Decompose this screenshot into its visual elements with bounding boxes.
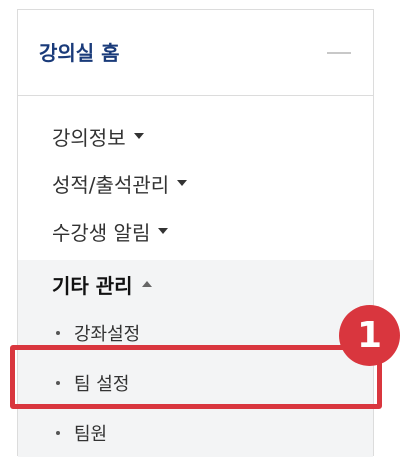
submenu-item-team-members[interactable]: 팀원 [18,413,373,453]
highlight-box [10,345,382,409]
menu-item-other-management[interactable]: 기타 관리 [18,260,373,308]
caret-down-icon [133,133,144,139]
menu-item-course-info[interactable]: 강의정보 [18,116,373,156]
menu-item-label: 강의정보 [52,125,126,150]
menu-item-student-notice[interactable]: 수강생 알림 [18,211,373,251]
menu-item-label: 성적/출석관리 [52,172,170,197]
collapse-icon[interactable] [327,52,351,54]
step-number-badge: 1 [339,305,400,366]
menu-item-label: 수강생 알림 [52,220,151,245]
bullet-icon [56,431,60,435]
panel-header: 강의실 홈 [18,10,373,96]
menu-item-label: 기타 관리 [52,273,133,298]
panel-title[interactable]: 강의실 홈 [39,41,120,65]
caret-down-icon [177,180,188,186]
submenu-item-label: 팀원 [74,424,108,445]
menu-item-grades-attendance[interactable]: 성적/출석관리 [18,163,373,203]
bullet-icon [56,331,60,335]
caret-down-icon [158,228,169,234]
caret-up-icon [141,281,152,287]
submenu-item-label: 강좌설정 [74,324,141,345]
